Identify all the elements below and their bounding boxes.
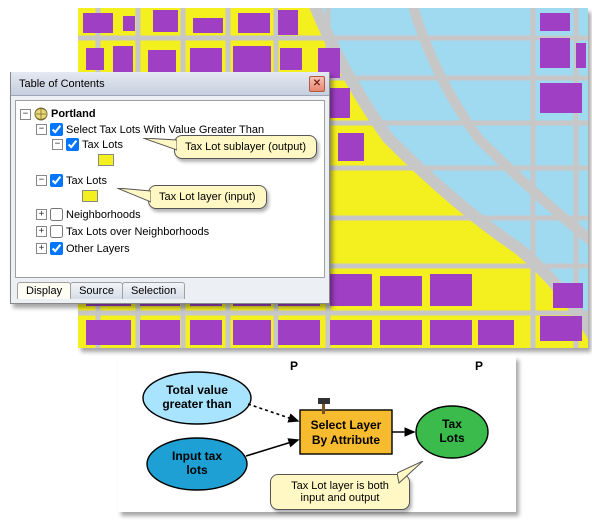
globe-icon	[34, 107, 48, 121]
layer-swatch-icon	[82, 190, 98, 202]
callout-text: Tax Lot layer (input)	[159, 191, 256, 203]
svg-text:Total value: Total value	[166, 383, 228, 397]
toc-tabs: Display Source Selection	[11, 282, 329, 303]
layer-swatch-icon	[98, 154, 114, 166]
expand-icon[interactable]: +	[36, 226, 47, 237]
layer-visibility-checkbox[interactable]	[66, 138, 79, 151]
tab-selection[interactable]: Selection	[122, 282, 185, 299]
svg-text:Select Layer: Select Layer	[311, 418, 382, 432]
callout-text: Tax Lot sublayer (output)	[185, 141, 306, 153]
callout-text: input and output	[301, 492, 380, 504]
layer-visibility-checkbox[interactable]	[50, 225, 63, 238]
tab-display[interactable]: Display	[17, 282, 71, 299]
callout-both: Tax Lot layer is both input and output	[270, 474, 410, 510]
svg-text:Tax: Tax	[442, 417, 462, 431]
svg-text:Lots: Lots	[439, 431, 465, 445]
callout-sublayer: Tax Lot sublayer (output)	[174, 135, 317, 159]
connector-solid	[246, 440, 298, 456]
tree-item-other-layers[interactable]: + Other Layers	[36, 242, 322, 255]
tree-root-portland[interactable]: − Portland	[20, 107, 322, 121]
parameter-marker: P	[290, 359, 298, 373]
toc-title-text: Table of Contents	[19, 78, 105, 90]
tree-item-label: Other Layers	[66, 243, 130, 255]
expand-icon[interactable]: +	[36, 209, 47, 220]
tree-item-label: Tax Lots over Neighborhoods	[66, 226, 209, 238]
process-select-layer-by-attribute	[300, 410, 392, 454]
expand-icon[interactable]: +	[36, 243, 47, 254]
layer-visibility-checkbox[interactable]	[50, 208, 63, 221]
tree-item-label: Select Tax Lots With Value Greater Than	[66, 124, 264, 136]
tab-source[interactable]: Source	[70, 282, 123, 299]
tree-item-label: Tax Lots	[82, 139, 123, 151]
tree-item-label: Neighborhoods	[66, 209, 141, 221]
collapse-icon[interactable]: −	[36, 124, 47, 135]
layer-visibility-checkbox[interactable]	[50, 174, 63, 187]
collapse-icon[interactable]: −	[20, 109, 31, 120]
callout-text: Tax Lot layer is both	[291, 480, 389, 492]
parameter-marker: P	[475, 359, 483, 373]
connector-dashed	[248, 404, 298, 421]
collapse-icon[interactable]: −	[36, 175, 47, 186]
svg-text:By Attribute: By Attribute	[312, 433, 381, 447]
callout-layer: Tax Lot layer (input)	[148, 185, 267, 209]
layer-visibility-checkbox[interactable]	[50, 242, 63, 255]
layer-tree: − Portland − Select Tax Lots With Value …	[18, 105, 322, 259]
layer-visibility-checkbox[interactable]	[50, 123, 63, 136]
tree-item-tax-lots-over-neighborhoods[interactable]: + Tax Lots over Neighborhoods	[36, 225, 322, 238]
svg-text:greater than: greater than	[162, 397, 231, 411]
svg-text:lots: lots	[186, 463, 208, 477]
tree-item-neighborhoods[interactable]: + Neighborhoods	[36, 208, 322, 221]
collapse-icon[interactable]: −	[52, 139, 63, 150]
tree-root-label: Portland	[51, 108, 96, 120]
toc-titlebar[interactable]: Table of Contents ✕	[11, 72, 329, 96]
close-icon[interactable]: ✕	[309, 76, 325, 92]
svg-text:Input tax: Input tax	[172, 449, 222, 463]
tree-item-label: Tax Lots	[66, 175, 107, 187]
